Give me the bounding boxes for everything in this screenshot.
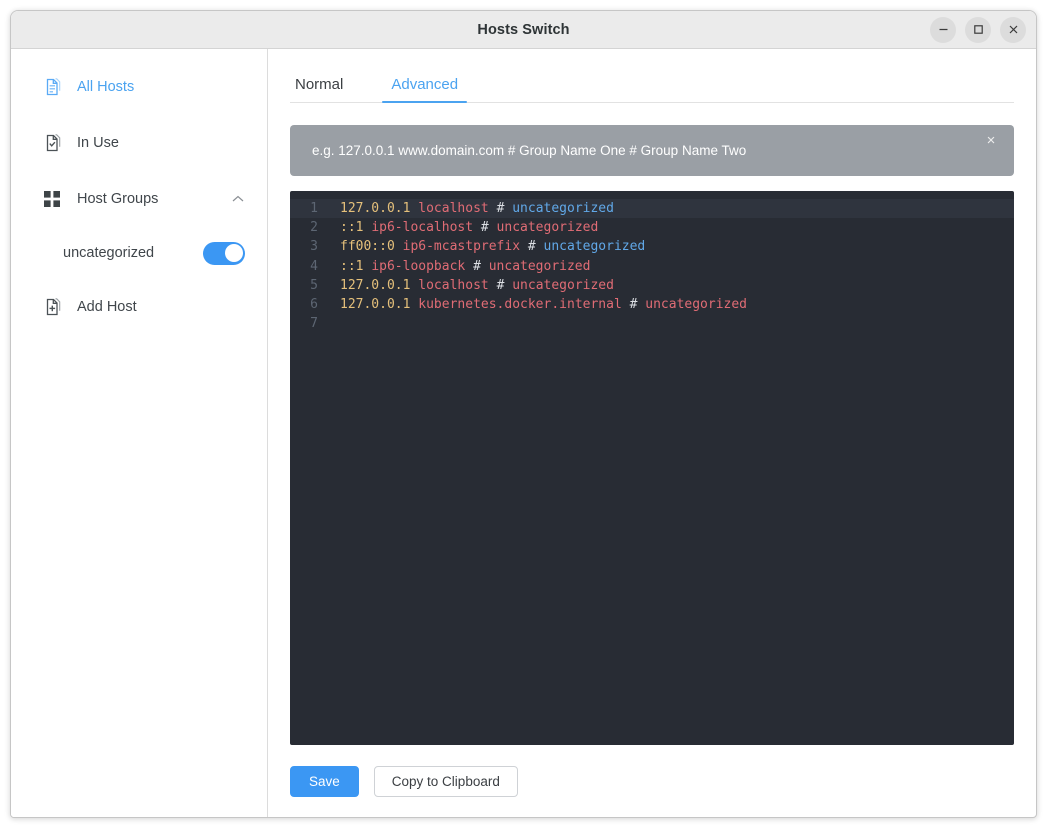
token-ip: ff00::0 (340, 239, 395, 255)
token-hash: # (629, 296, 638, 312)
tab-normal[interactable]: Normal (290, 76, 348, 102)
token-hash: # (473, 258, 481, 274)
code-line: 1 127.0.0.1 localhost # uncategorized (290, 199, 1014, 219)
document-check-icon (41, 132, 63, 154)
code-line-text: ff00::0 ip6-mcastprefix # uncategorized (328, 237, 645, 256)
code-line: 2::1 ip6-localhost # uncategorized (290, 218, 1014, 237)
code-line: 4::1 ip6-loopback # uncategorized (290, 257, 1014, 276)
app-window: Hosts Switch All Hosts In Use Host Group… (10, 10, 1037, 818)
token-hostname: ip6-localhost (371, 220, 474, 236)
token-hash: # (480, 220, 489, 236)
title-bar: Hosts Switch (11, 11, 1036, 49)
tab-bar: Normal Advanced (290, 61, 1014, 103)
code-line: 6 127.0.0.1 kubernetes.docker.internal # … (290, 295, 1014, 314)
hint-banner-text: e.g. 127.0.0.1 www.domain.com # Group Na… (312, 143, 747, 158)
sidebar-item-label: In Use (77, 135, 119, 151)
code-line-text: 127.0.0.1 localhost # uncategorized (328, 276, 614, 295)
minimize-button[interactable] (930, 16, 956, 43)
sidebar-item-host-groups[interactable]: Host Groups (11, 171, 267, 227)
host-group-toggle[interactable] (203, 241, 245, 265)
token-group: uncategorized (645, 296, 748, 312)
token-ip: 127.0.0.1 (340, 201, 411, 216)
chevron-up-icon[interactable] (231, 192, 245, 206)
sidebar-item-label: All Hosts (77, 79, 135, 95)
code-line-text: 127.0.0.1 kubernetes.docker.internal # u… (328, 295, 747, 314)
copy-to-clipboard-button[interactable]: Copy to Clipboard (373, 765, 518, 797)
line-number: 5 (310, 277, 318, 293)
token-hostname: ip6-mcastprefix (402, 239, 521, 255)
token-ip: ::1 (340, 258, 364, 274)
token-hostname: localhost (418, 201, 489, 216)
hosts-code-editor[interactable]: 1 127.0.0.1 localhost # uncategorized 2::1… (290, 191, 1014, 745)
hint-banner: e.g. 127.0.0.1 www.domain.com # Group Na… (290, 125, 1014, 176)
host-group-row-uncategorized[interactable]: uncategorized (11, 227, 267, 279)
code-line-text: 127.0.0.1 localhost # uncategorized (328, 199, 614, 218)
line-number: 1 (310, 201, 318, 216)
line-number: 2 (310, 220, 318, 236)
toggle-knob (224, 244, 243, 262)
close-button[interactable] (1000, 16, 1026, 43)
line-number: 4 (310, 258, 318, 274)
code-line: 7 (290, 314, 1014, 333)
token-hostname: ip6-loopback (371, 258, 466, 274)
maximize-button[interactable] (965, 16, 991, 43)
code-line: 3 ff00::0 ip6-mcastprefix # uncategorized (290, 237, 1014, 256)
token-hash: # (527, 239, 536, 255)
host-group-label: uncategorized (63, 245, 155, 261)
action-bar: Save Copy to Clipboard (290, 745, 1014, 817)
token-ip: 127.0.0.1 (340, 277, 411, 293)
sidebar-item-label: Add Host (77, 299, 137, 315)
line-number: 6 (310, 296, 318, 312)
save-button[interactable]: Save (290, 765, 359, 797)
grid-squares-icon (41, 188, 63, 210)
line-number: 3 (310, 239, 318, 255)
token-hostname: kubernetes.docker.internal (418, 296, 622, 312)
token-group: uncategorized (512, 277, 614, 293)
token-group: uncategorized (512, 201, 614, 216)
document-lines-icon (41, 76, 63, 98)
token-ip: 127.0.0.1 (340, 296, 411, 312)
token-group: uncategorized (488, 258, 591, 274)
token-ip: ::1 (340, 220, 364, 236)
code-line: 5 127.0.0.1 localhost # uncategorized (290, 276, 1014, 295)
main-content: Normal Advanced e.g. 127.0.0.1 www.domai… (268, 49, 1036, 817)
window-title: Hosts Switch (477, 21, 570, 38)
token-group: uncategorized (496, 220, 599, 236)
token-hash: # (496, 277, 505, 293)
token-group: uncategorized (543, 239, 646, 255)
sidebar: All Hosts In Use Host Groups uncategoriz… (11, 49, 268, 817)
code-line-text: ::1 ip6-loopback # uncategorized (328, 257, 590, 276)
token-hostname: localhost (418, 277, 489, 293)
line-number: 7 (310, 316, 318, 332)
window-body: All Hosts In Use Host Groups uncategoriz… (11, 49, 1036, 817)
close-icon[interactable]: × (982, 131, 1000, 149)
tab-advanced[interactable]: Advanced (382, 76, 467, 103)
sidebar-item-all-hosts[interactable]: All Hosts (11, 59, 267, 115)
sidebar-item-in-use[interactable]: In Use (11, 115, 267, 171)
sidebar-item-label: Host Groups (77, 191, 159, 207)
token-hash: # (496, 201, 505, 216)
sidebar-item-add-host[interactable]: Add Host (11, 279, 267, 335)
code-line-text: ::1 ip6-localhost # uncategorized (328, 218, 598, 237)
window-controls (930, 16, 1026, 43)
document-plus-icon (41, 296, 63, 318)
